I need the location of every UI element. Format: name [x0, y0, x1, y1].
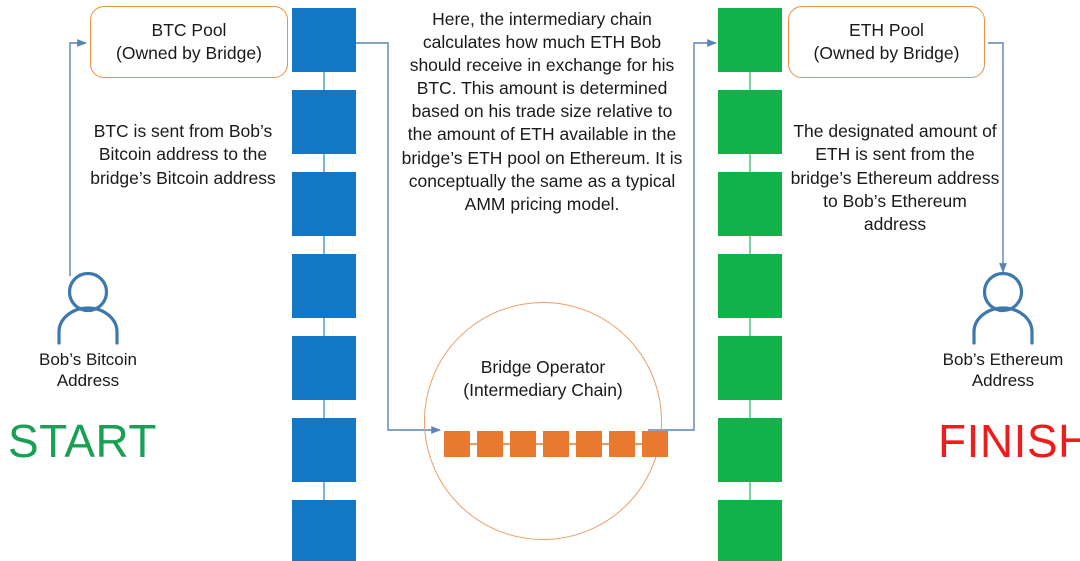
bridge-chain-link: [569, 443, 576, 445]
bitcoin-blockchain-column: [292, 8, 356, 561]
actor-bob-bitcoin-label-line2: Address: [56, 371, 120, 391]
bridge-operator-title-block: Bridge Operator (Intermediary Chain): [425, 356, 661, 402]
eth-chain-block[interactable]: [718, 336, 782, 400]
btc-chain-block[interactable]: [292, 8, 356, 72]
eth-chain-link: [749, 318, 751, 336]
btc-chain-link: [323, 72, 325, 90]
eth-pool-subtitle: (Owned by Bridge): [813, 43, 960, 63]
bridge-operator-subtitle: (Intermediary Chain): [463, 379, 623, 400]
actor-bob-ethereum-label: Bob’s Ethereum Address: [923, 349, 1080, 392]
btc-chain-link: [323, 400, 325, 418]
actor-bob-ethereum-label-line1: Bob’s Ethereum: [942, 350, 1064, 369]
actor-bob-bitcoin-label-line1: Bob’s Bitcoin: [39, 350, 137, 369]
bridge-chain-block[interactable]: [576, 431, 602, 457]
btc-chain-block[interactable]: [292, 418, 356, 482]
btc-pool-subtitle: (Owned by Bridge): [116, 43, 262, 63]
arrow-bob-btc-to-btc-pool: [69, 39, 87, 276]
start-label: START: [8, 415, 158, 467]
eth-chain-block[interactable]: [718, 254, 782, 318]
eth-chain-link: [749, 236, 751, 254]
bridge-flow-diagram: BTC Pool (Owned by Bridge) ETH Pool (Own…: [0, 0, 1080, 561]
eth-pool-title: ETH Pool: [849, 20, 924, 41]
btc-chain-block[interactable]: [292, 500, 356, 561]
eth-chain-link: [749, 400, 751, 418]
bridge-chain-link: [536, 443, 543, 445]
btc-chain-block[interactable]: [292, 254, 356, 318]
person-icon: [972, 271, 1034, 345]
btc-chain-link: [323, 236, 325, 254]
bridge-chain-block[interactable]: [510, 431, 536, 457]
btc-chain-block[interactable]: [292, 336, 356, 400]
bridge-chain-link: [635, 443, 642, 445]
actor-bob-ethereum-label-line2: Address: [971, 371, 1035, 391]
eth-chain-link: [749, 72, 751, 90]
actor-bob-bitcoin-label: Bob’s Bitcoin Address: [8, 349, 168, 392]
note-left: BTC is sent from Bob’s Bitcoin address t…: [90, 121, 276, 188]
eth-chain-link: [749, 154, 751, 172]
eth-chain-link: [749, 482, 751, 500]
btc-chain-block[interactable]: [292, 172, 356, 236]
eth-pool-box[interactable]: ETH Pool (Owned by Bridge): [788, 6, 985, 78]
bridge-chain-link: [602, 443, 609, 445]
bridge-operator-title: Bridge Operator: [480, 357, 606, 377]
actor-bob-ethereum[interactable]: Bob’s Ethereum Address: [923, 270, 1080, 392]
bridge-operator-circle[interactable]: Bridge Operator (Intermediary Chain): [424, 302, 662, 540]
bridge-chain-block[interactable]: [477, 431, 503, 457]
btc-chain-block[interactable]: [292, 90, 356, 154]
note-center: Here, the intermediary chain calculates …: [401, 9, 683, 214]
btc-pool-title: BTC Pool: [151, 20, 227, 41]
ethereum-blockchain-column: [718, 8, 782, 561]
person-icon: [57, 271, 119, 345]
btc-chain-link: [323, 482, 325, 500]
actor-bob-bitcoin[interactable]: Bob’s Bitcoin Address: [8, 270, 168, 392]
eth-chain-block[interactable]: [718, 500, 782, 561]
bridge-chain-link: [470, 443, 477, 445]
btc-chain-link: [323, 154, 325, 172]
bridge-chain-block[interactable]: [609, 431, 635, 457]
eth-chain-block[interactable]: [718, 172, 782, 236]
btc-chain-link: [323, 318, 325, 336]
bridge-chain-block[interactable]: [444, 431, 470, 457]
bridge-chain-block[interactable]: [543, 431, 569, 457]
bridge-operator-chain: [444, 431, 668, 457]
eth-chain-block[interactable]: [718, 418, 782, 482]
bridge-chain-block[interactable]: [642, 431, 668, 457]
eth-chain-block[interactable]: [718, 8, 782, 72]
bridge-chain-link: [503, 443, 510, 445]
finish-label: FINISH: [938, 415, 1080, 467]
note-right: The designated amount of ETH is sent fro…: [790, 121, 1000, 235]
btc-pool-box[interactable]: BTC Pool (Owned by Bridge): [90, 6, 288, 78]
eth-chain-block[interactable]: [718, 90, 782, 154]
